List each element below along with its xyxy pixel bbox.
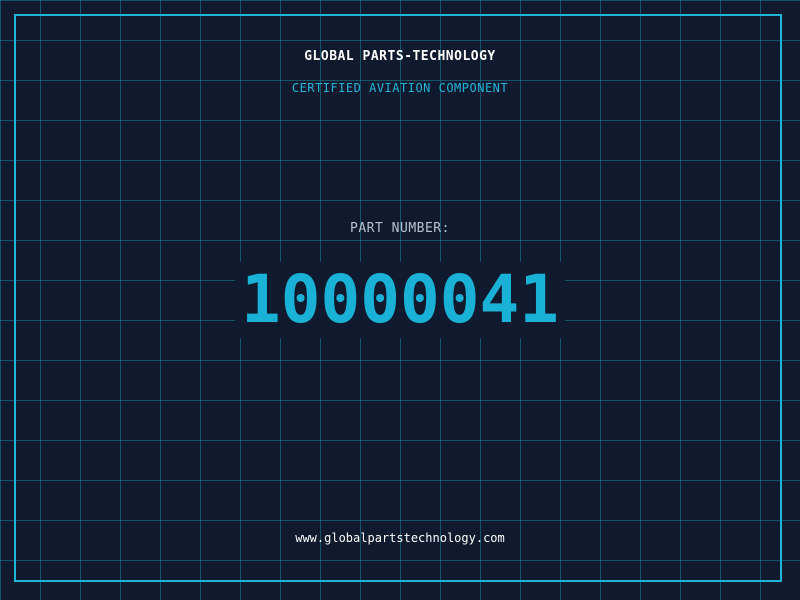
certification-tagline: CERTIFIED AVIATION COMPONENT	[291, 81, 509, 95]
label-card: GLOBAL PARTS-TECHNOLOGY CERTIFIED AVIATI…	[0, 0, 800, 600]
part-number-container: 10000041	[0, 262, 800, 338]
company-name: GLOBAL PARTS-TECHNOLOGY	[304, 49, 496, 64]
part-number-label: PART NUMBER:	[350, 221, 450, 236]
part-number-value: 10000041	[235, 262, 565, 338]
website-url: www.globalpartstechnology.com	[295, 531, 505, 545]
